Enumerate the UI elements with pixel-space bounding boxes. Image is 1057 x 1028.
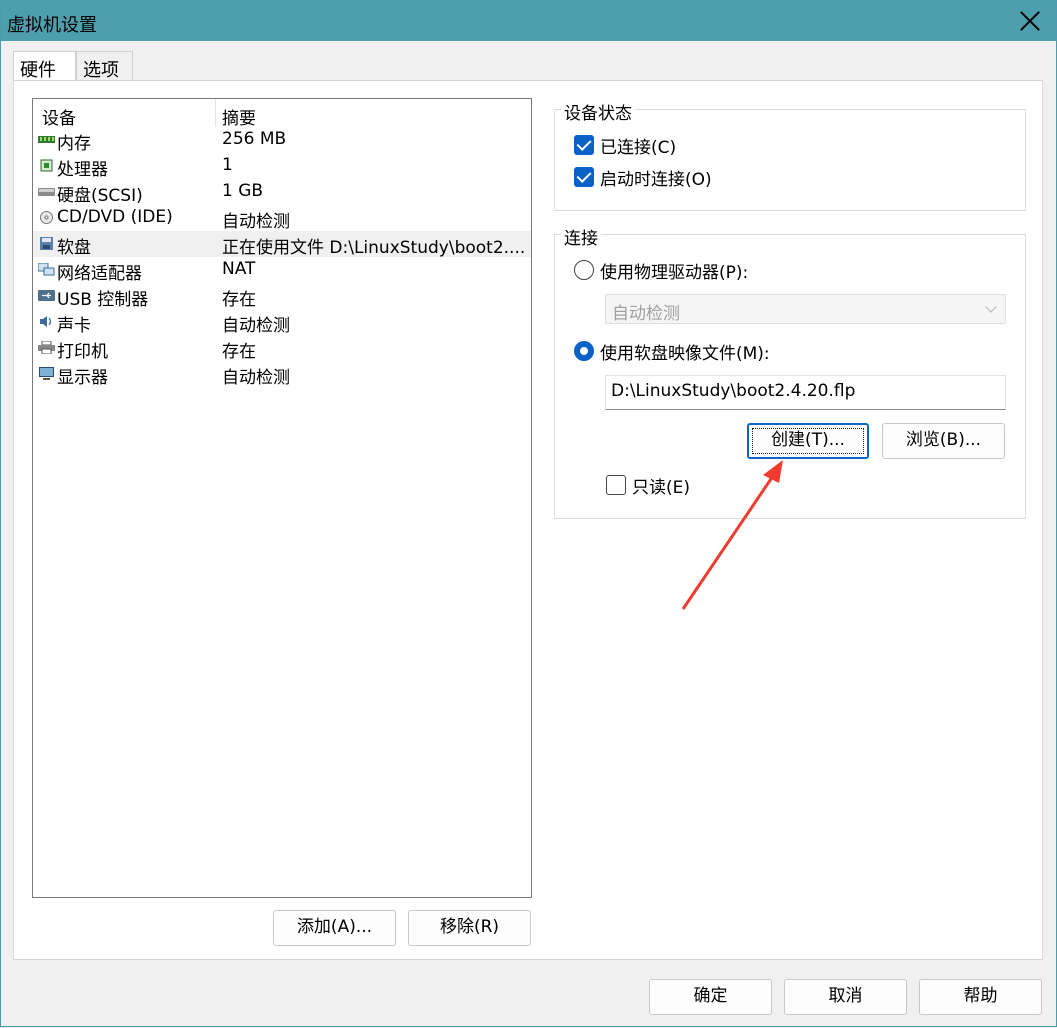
device-name: 打印机 bbox=[57, 342, 108, 362]
device-name: 软盘 bbox=[57, 238, 91, 258]
device-summary: 正在使用文件 D:\LinuxStudy\boot2.... bbox=[222, 238, 526, 258]
device-status-group bbox=[554, 109, 1026, 211]
device-name: 处理器 bbox=[57, 160, 108, 180]
device-summary: 自动检测 bbox=[222, 212, 290, 232]
connect-at-power-on-label[interactable]: 启动时连接(O) bbox=[600, 165, 712, 190]
physical-drive-radio[interactable] bbox=[574, 260, 594, 280]
printer-icon bbox=[38, 341, 55, 354]
device-list-header: 设备 摘要 bbox=[33, 99, 531, 129]
connect-at-power-on-checkbox[interactable] bbox=[574, 167, 594, 187]
device-name: 内存 bbox=[57, 134, 91, 154]
device-summary: 1 bbox=[222, 155, 233, 175]
connection-title: 连接 bbox=[561, 224, 601, 249]
device-list[interactable]: 设备 摘要 内存 256 MB 处理器 1 硬盘(SCSI) 1 GB CD/D… bbox=[32, 98, 532, 898]
device-summary: 存在 bbox=[222, 290, 256, 310]
device-summary: 存在 bbox=[222, 342, 256, 362]
device-name: USB 控制器 bbox=[57, 290, 149, 310]
device-summary: NAT bbox=[222, 259, 256, 279]
column-header-device[interactable]: 设备 bbox=[42, 104, 76, 129]
usb-icon bbox=[38, 290, 55, 301]
vm-settings-window: 虚拟机设置 硬件 选项 设备 摘要 内存 256 MB 处理器 1 硬盘(SCS… bbox=[0, 0, 1057, 1027]
device-summary: 自动检测 bbox=[222, 316, 290, 336]
tab-hardware[interactable]: 硬件 bbox=[13, 51, 76, 82]
connected-checkbox[interactable] bbox=[574, 135, 594, 155]
device-name: 声卡 bbox=[57, 316, 91, 336]
readonly-label[interactable]: 只读(E) bbox=[632, 473, 690, 498]
device-row-processor[interactable]: 处理器 1 bbox=[33, 153, 531, 180]
close-icon[interactable] bbox=[1018, 9, 1042, 33]
floppy-image-radio[interactable] bbox=[574, 341, 594, 361]
device-row-memory[interactable]: 内存 256 MB bbox=[33, 127, 531, 154]
device-row-printer[interactable]: 打印机 存在 bbox=[33, 335, 531, 362]
physical-drive-label[interactable]: 使用物理驱动器(P): bbox=[600, 258, 748, 283]
help-button[interactable]: 帮助 bbox=[919, 979, 1042, 1015]
device-summary: 1 GB bbox=[222, 181, 264, 201]
tab-options[interactable]: 选项 bbox=[76, 51, 133, 81]
title-bar: 虚拟机设置 bbox=[1, 1, 1056, 41]
device-name: CD/DVD (IDE) bbox=[57, 207, 173, 227]
device-row-cd-dvd[interactable]: CD/DVD (IDE) 自动检测 bbox=[33, 205, 531, 232]
browse-button[interactable]: 浏览(B)... bbox=[882, 423, 1005, 459]
network-adapter-icon bbox=[38, 263, 55, 276]
floppy-icon bbox=[40, 237, 53, 250]
device-row-hard-disk[interactable]: 硬盘(SCSI) 1 GB bbox=[33, 179, 531, 206]
processor-icon bbox=[40, 159, 53, 172]
device-row-network-adapter[interactable]: 网络适配器 NAT bbox=[33, 257, 531, 284]
device-name: 网络适配器 bbox=[57, 264, 142, 284]
memory-icon bbox=[38, 136, 55, 143]
ok-button[interactable]: 确定 bbox=[649, 979, 772, 1015]
device-name: 硬盘(SCSI) bbox=[57, 186, 143, 206]
chevron-down-icon bbox=[985, 301, 997, 313]
device-row-sound-card[interactable]: 声卡 自动检测 bbox=[33, 309, 531, 336]
window-title: 虚拟机设置 bbox=[7, 15, 97, 36]
remove-button[interactable]: 移除(R) bbox=[408, 910, 531, 946]
device-name: 显示器 bbox=[57, 368, 108, 388]
add-button[interactable]: 添加(A)... bbox=[273, 910, 396, 946]
device-row-usb[interactable]: USB 控制器 存在 bbox=[33, 283, 531, 310]
column-header-summary[interactable]: 摘要 bbox=[222, 104, 256, 129]
floppy-image-path-input[interactable]: D:\LinuxStudy\boot2.4.20.flp bbox=[605, 375, 1006, 410]
device-summary: 自动检测 bbox=[222, 368, 290, 388]
sound-card-icon bbox=[40, 316, 52, 327]
device-summary: 256 MB bbox=[222, 129, 287, 149]
hard-disk-icon bbox=[38, 188, 55, 196]
cd-dvd-icon bbox=[40, 211, 53, 224]
physical-drive-select: 自动检测 bbox=[605, 294, 1006, 324]
display-icon bbox=[39, 367, 54, 380]
connected-label[interactable]: 已连接(C) bbox=[600, 133, 676, 158]
device-row-display[interactable]: 显示器 自动检测 bbox=[33, 361, 531, 388]
device-status-title: 设备状态 bbox=[561, 99, 635, 124]
readonly-checkbox[interactable] bbox=[606, 475, 626, 495]
create-button[interactable]: 创建(T)... bbox=[747, 423, 869, 459]
cancel-button[interactable]: 取消 bbox=[784, 979, 907, 1015]
device-row-floppy[interactable]: 软盘 正在使用文件 D:\LinuxStudy\boot2.... bbox=[33, 231, 531, 258]
floppy-image-label[interactable]: 使用软盘映像文件(M): bbox=[600, 339, 770, 364]
